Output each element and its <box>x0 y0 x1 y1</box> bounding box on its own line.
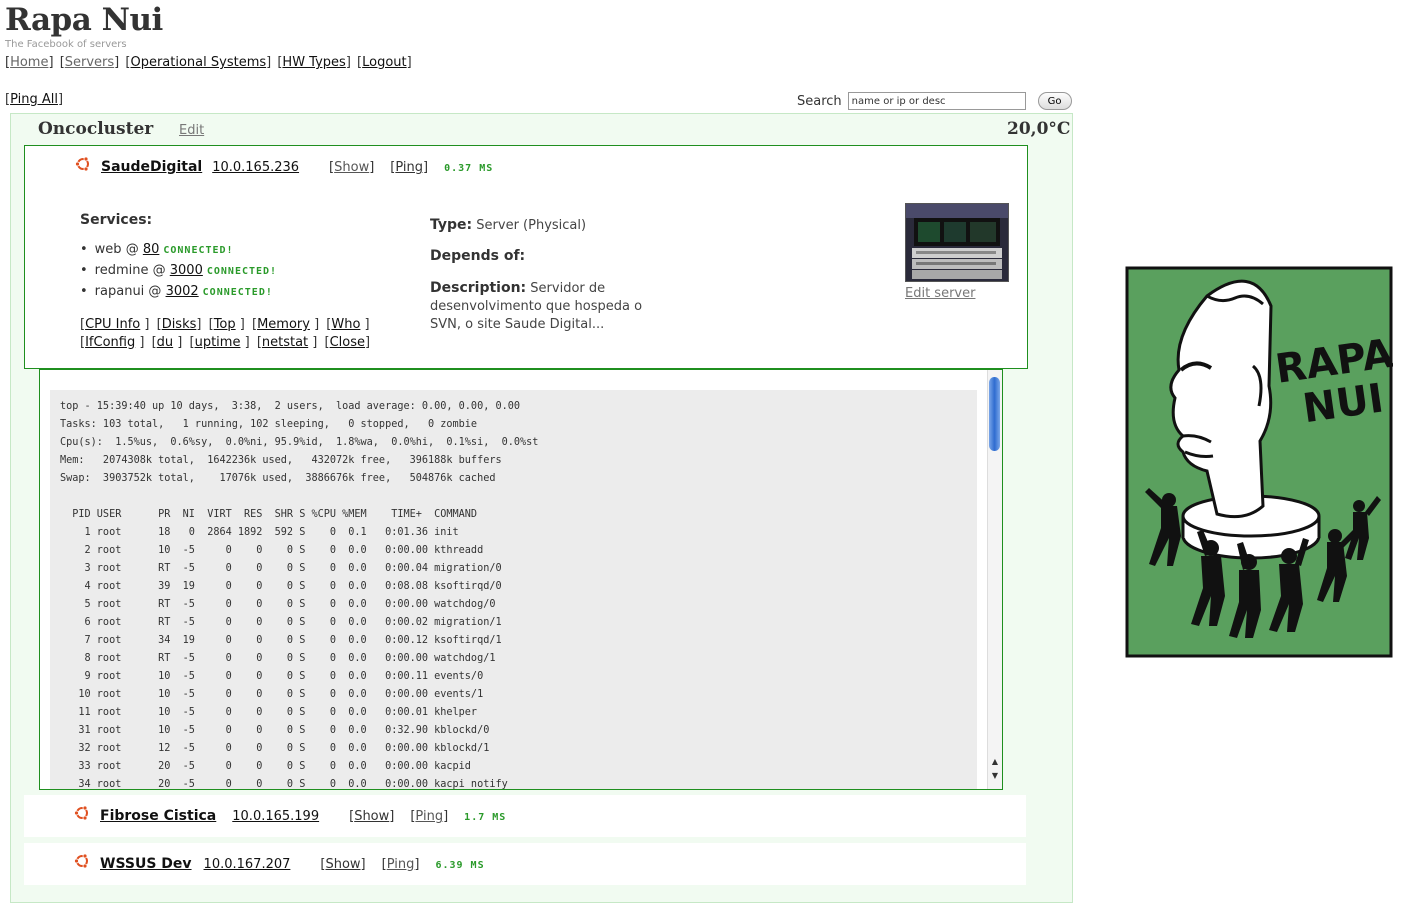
nav-home-link[interactable]: Home <box>10 55 48 70</box>
top-nav: [Home] [Servers] [Operational Systems] [… <box>5 55 412 70</box>
cluster-edit-link[interactable]: Edit <box>179 123 204 138</box>
ubuntu-icon <box>74 805 88 821</box>
service-status: CONNECTED! <box>163 245 234 256</box>
scroll-up-icon[interactable]: ▲ <box>988 756 1002 768</box>
server-tools: [CPU Info ] [Disks] [Top ] [Memory ] [Wh… <box>80 317 371 350</box>
nav-servers-link[interactable]: Servers <box>65 55 114 70</box>
tool-disks-link[interactable]: Disks <box>162 317 197 332</box>
server-card: WSSUS Dev 10.0.167.207 [Show] [Ping] 6.3… <box>24 843 1026 885</box>
ping-all-link[interactable]: Ping All <box>10 92 58 107</box>
service-name: redmine <box>94 263 149 278</box>
edit-server-link[interactable]: Edit server <box>905 286 975 301</box>
rapa-nui-logo: RAPA NUI <box>1125 266 1396 658</box>
server-card: Fibrose Cistica 10.0.165.199 [Show] [Pin… <box>24 795 1026 837</box>
server-ping-link[interactable]: Ping <box>387 857 415 872</box>
service-name: web <box>94 242 122 257</box>
console-panel: top - 15:39:40 up 10 days, 3:38, 2 users… <box>39 369 1003 790</box>
console-output-box[interactable]: top - 15:39:40 up 10 days, 3:38, 2 users… <box>50 390 977 790</box>
services-list: web @ 80CONNECTED! redmine @ 3000CONNECT… <box>80 240 277 303</box>
server-name-link[interactable]: WSSUS Dev <box>100 856 192 872</box>
server-name-link[interactable]: Fibrose Cistica <box>100 808 216 824</box>
cluster-name: Oncocluster <box>38 119 154 139</box>
tool-cpu-info-link[interactable]: CPU Info <box>85 317 140 332</box>
service-item: rapanui @ 3002CONNECTED! <box>80 282 277 303</box>
type-value: Server (Physical) <box>476 218 587 233</box>
server-show-link[interactable]: Show <box>334 160 369 175</box>
type-label: Type: <box>430 217 473 233</box>
services-title: Services: <box>80 212 153 228</box>
scrollbar-thumb[interactable] <box>989 377 1000 451</box>
tool-memory-link[interactable]: Memory <box>257 317 310 332</box>
service-item: redmine @ 3000CONNECTED! <box>80 261 277 282</box>
server-description: Description: Servidor de desenvolvimento… <box>430 279 665 334</box>
server-depends: Depends of: <box>430 248 525 264</box>
server-ip-link[interactable]: 10.0.165.236 <box>212 160 299 175</box>
service-status: CONNECTED! <box>206 266 278 277</box>
search-form: Search Go <box>797 92 1072 110</box>
server-ip-link[interactable]: 10.0.165.199 <box>232 809 319 824</box>
tool-uptime-link[interactable]: uptime <box>195 335 241 350</box>
server-show-link[interactable]: Show <box>325 857 360 872</box>
ubuntu-icon <box>75 156 89 172</box>
server-ping-link[interactable]: Ping <box>415 809 443 824</box>
ping-result: 6.39 MS <box>435 860 485 871</box>
service-port-link[interactable]: 3000 <box>170 263 203 278</box>
tool-close-link[interactable]: Close <box>330 335 365 350</box>
tool-top-link[interactable]: Top <box>214 317 236 332</box>
server-show-link[interactable]: Show <box>354 809 389 824</box>
ubuntu-icon <box>74 853 88 869</box>
scroll-down-icon[interactable]: ▼ <box>988 770 1002 782</box>
server-header: WSSUS Dev 10.0.167.207 [Show] [Ping] 6.3… <box>100 856 485 872</box>
server-header: Fibrose Cistica 10.0.165.199 [Show] [Pin… <box>100 808 507 824</box>
nav-logout-link[interactable]: Logout <box>362 55 407 70</box>
server-ping-link[interactable]: Ping <box>395 160 423 175</box>
site-title: Rapa Nui <box>5 2 163 38</box>
server-header: SaudeDigital 10.0.165.236 [Show] [Ping] … <box>101 159 494 175</box>
service-port-link[interactable]: 3002 <box>166 284 199 299</box>
server-type: Type: Server (Physical) <box>430 217 586 233</box>
server-card: SaudeDigital 10.0.165.236 [Show] [Ping] … <box>24 145 1028 369</box>
console-output: top - 15:39:40 up 10 days, 3:38, 2 users… <box>60 401 539 790</box>
nav-hw-types-link[interactable]: HW Types <box>282 55 345 70</box>
ping-result: 1.7 MS <box>464 812 507 823</box>
depends-label: Depends of: <box>430 248 526 264</box>
console-scrollbar[interactable]: ▲ ▼ <box>987 370 1002 789</box>
go-button[interactable]: Go <box>1037 92 1072 110</box>
service-port-link[interactable]: 80 <box>143 242 160 257</box>
nav-operational-systems-link[interactable]: Operational Systems <box>130 55 266 70</box>
cluster-temperature: 20,0°C <box>1007 119 1071 139</box>
tool-du-link[interactable]: du <box>157 335 174 350</box>
search-label: Search <box>797 93 842 109</box>
search-input[interactable] <box>847 92 1026 110</box>
ping-all-wrapper: [Ping All] <box>5 92 64 107</box>
ping-result: 0.37 MS <box>444 163 494 174</box>
tool-netstat-link[interactable]: netstat <box>262 335 308 350</box>
tool-ifconfig-link[interactable]: IfConfig <box>85 335 135 350</box>
description-label: Description: <box>430 280 527 296</box>
tool-who-link[interactable]: Who <box>331 317 360 332</box>
service-name: rapanui <box>94 284 145 299</box>
server-ip-link[interactable]: 10.0.167.207 <box>204 857 291 872</box>
server-name-link[interactable]: SaudeDigital <box>101 159 202 175</box>
site-tagline: The Facebook of servers <box>5 39 127 50</box>
service-status: CONNECTED! <box>202 287 273 298</box>
service-item: web @ 80CONNECTED! <box>80 240 277 261</box>
server-photo[interactable] <box>905 203 1009 282</box>
